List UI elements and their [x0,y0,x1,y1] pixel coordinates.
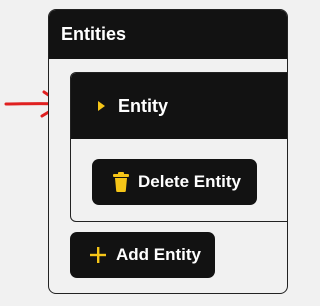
add-entity-label: Add Entity [116,245,201,264]
entity-collapse-toggle[interactable]: Entity [71,73,287,139]
entity-card: Entity Delete Entity [70,72,287,222]
plus-icon [90,247,106,263]
entity-title: Entity [118,96,169,116]
panel-title: Entities [49,10,287,59]
delete-entity-button[interactable]: Delete Entity [92,159,257,205]
trash-icon [113,172,129,192]
entities-panel: Entities Entity Delete Entity Add Entity [48,9,288,294]
delete-entity-label: Delete Entity [138,172,241,191]
add-entity-button[interactable]: Add Entity [70,232,215,278]
caret-right-icon [98,101,105,111]
